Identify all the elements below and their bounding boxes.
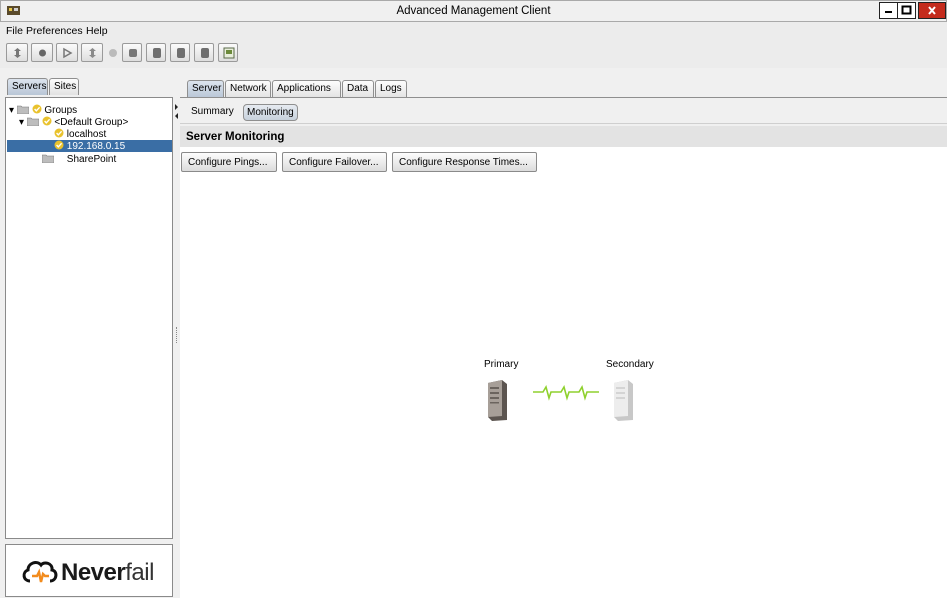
splitter-arrows-icon	[175, 104, 178, 119]
primary-server-icon	[488, 380, 507, 421]
toolbar-button-server1[interactable]	[146, 43, 166, 62]
section-title: Server Monitoring	[180, 126, 947, 147]
tree-label-ip: 192.168.0.15	[66, 141, 126, 152]
folder-icon	[41, 154, 55, 164]
menu-bar: File Preferences Help	[0, 22, 947, 39]
tree-label-localhost: localhost	[66, 129, 107, 140]
tab-network[interactable]: Network	[225, 80, 271, 98]
close-button[interactable]	[918, 2, 946, 19]
maximize-button[interactable]	[897, 2, 916, 19]
tree-node-ip[interactable]: 192.168.0.15	[7, 140, 172, 152]
monitor-icon	[223, 47, 235, 59]
tab-servers[interactable]: Servers	[7, 78, 48, 95]
toolbar-button-switch[interactable]	[81, 43, 103, 62]
neverfail-logo-text: Neverfail	[61, 559, 154, 587]
logo-text-light: fail	[125, 559, 154, 586]
tree-label-default-group: <Default Group>	[54, 117, 129, 128]
tab-strip-border	[180, 97, 947, 98]
tree-node-sharepoint[interactable]: SharePoint	[41, 153, 117, 165]
minimize-button[interactable]	[879, 2, 898, 19]
tree-node-default-group[interactable]: ▾ <Default Group>	[19, 116, 128, 128]
maximize-icon	[901, 5, 912, 15]
heartbeat-link-icon	[533, 384, 599, 401]
logo-panel: Neverfail	[5, 544, 173, 597]
menu-file[interactable]: File	[6, 25, 23, 37]
toolbar-button-server3[interactable]	[194, 43, 214, 62]
move-icon	[14, 48, 21, 58]
status-ok-icon	[54, 128, 64, 138]
tree-node-localhost[interactable]: localhost	[54, 128, 169, 140]
window-title: Advanced Management Client	[396, 5, 551, 17]
expand-icon[interactable]: ▾	[9, 105, 14, 116]
disabled-icon	[109, 49, 117, 57]
tab-applications[interactable]: Applications	[272, 80, 341, 98]
subtab-separator	[180, 123, 947, 124]
toolbar-button-nav[interactable]	[6, 43, 28, 62]
status-ok-icon	[42, 116, 52, 126]
server-tree: ▾ Groups ▾ <Default Group> localhost 192…	[5, 97, 173, 539]
switch-icon	[89, 48, 96, 58]
menu-help[interactable]: Help	[86, 25, 108, 37]
tab-logs[interactable]: Logs	[375, 80, 407, 98]
splitter-grip[interactable]	[176, 327, 178, 343]
configure-response-times-button[interactable]: Configure Response Times...	[392, 152, 537, 172]
menu-preferences[interactable]: Preferences	[26, 25, 83, 37]
toolbar-button-stop[interactable]	[122, 43, 142, 62]
tree-label-groups: Groups	[44, 105, 78, 116]
subtab-summary[interactable]: Summary	[188, 104, 237, 121]
toolbar-button-forward[interactable]	[56, 43, 78, 62]
tab-data[interactable]: Data	[342, 80, 374, 98]
tree-node-groups[interactable]: ▾ Groups	[9, 104, 77, 116]
tab-sites[interactable]: Sites	[49, 78, 79, 95]
server-icon	[201, 48, 209, 58]
tree-label-sharepoint: SharePoint	[66, 154, 117, 165]
secondary-server-icon	[614, 380, 633, 421]
subtab-monitoring[interactable]: Monitoring	[243, 104, 298, 121]
monitoring-content	[180, 147, 947, 598]
secondary-label: Secondary	[606, 359, 654, 370]
toolbar-button-monitor[interactable]	[218, 43, 238, 62]
toolbar-button-record[interactable]	[31, 43, 53, 62]
expand-icon[interactable]: ▾	[19, 117, 24, 128]
logo-text-bold: Never	[61, 559, 126, 586]
status-ok-icon	[54, 140, 64, 150]
server-icon	[177, 48, 185, 58]
primary-label: Primary	[484, 359, 519, 370]
record-icon	[39, 49, 46, 57]
minimize-icon	[885, 11, 892, 13]
configure-pings-button[interactable]: Configure Pings...	[181, 152, 277, 172]
folder-icon	[26, 117, 40, 127]
title-bar: Advanced Management Client	[0, 0, 947, 22]
configure-failover-button[interactable]: Configure Failover...	[282, 152, 387, 172]
neverfail-logo-icon	[22, 561, 58, 583]
stop-icon	[129, 49, 137, 57]
toolbar	[0, 39, 947, 68]
toolbar-button-server2[interactable]	[170, 43, 190, 62]
close-icon	[928, 6, 936, 15]
forward-icon	[63, 47, 73, 59]
status-ok-icon	[32, 104, 42, 114]
folder-icon	[16, 105, 30, 115]
tab-server[interactable]: Server	[187, 80, 224, 98]
server-icon	[153, 48, 161, 58]
